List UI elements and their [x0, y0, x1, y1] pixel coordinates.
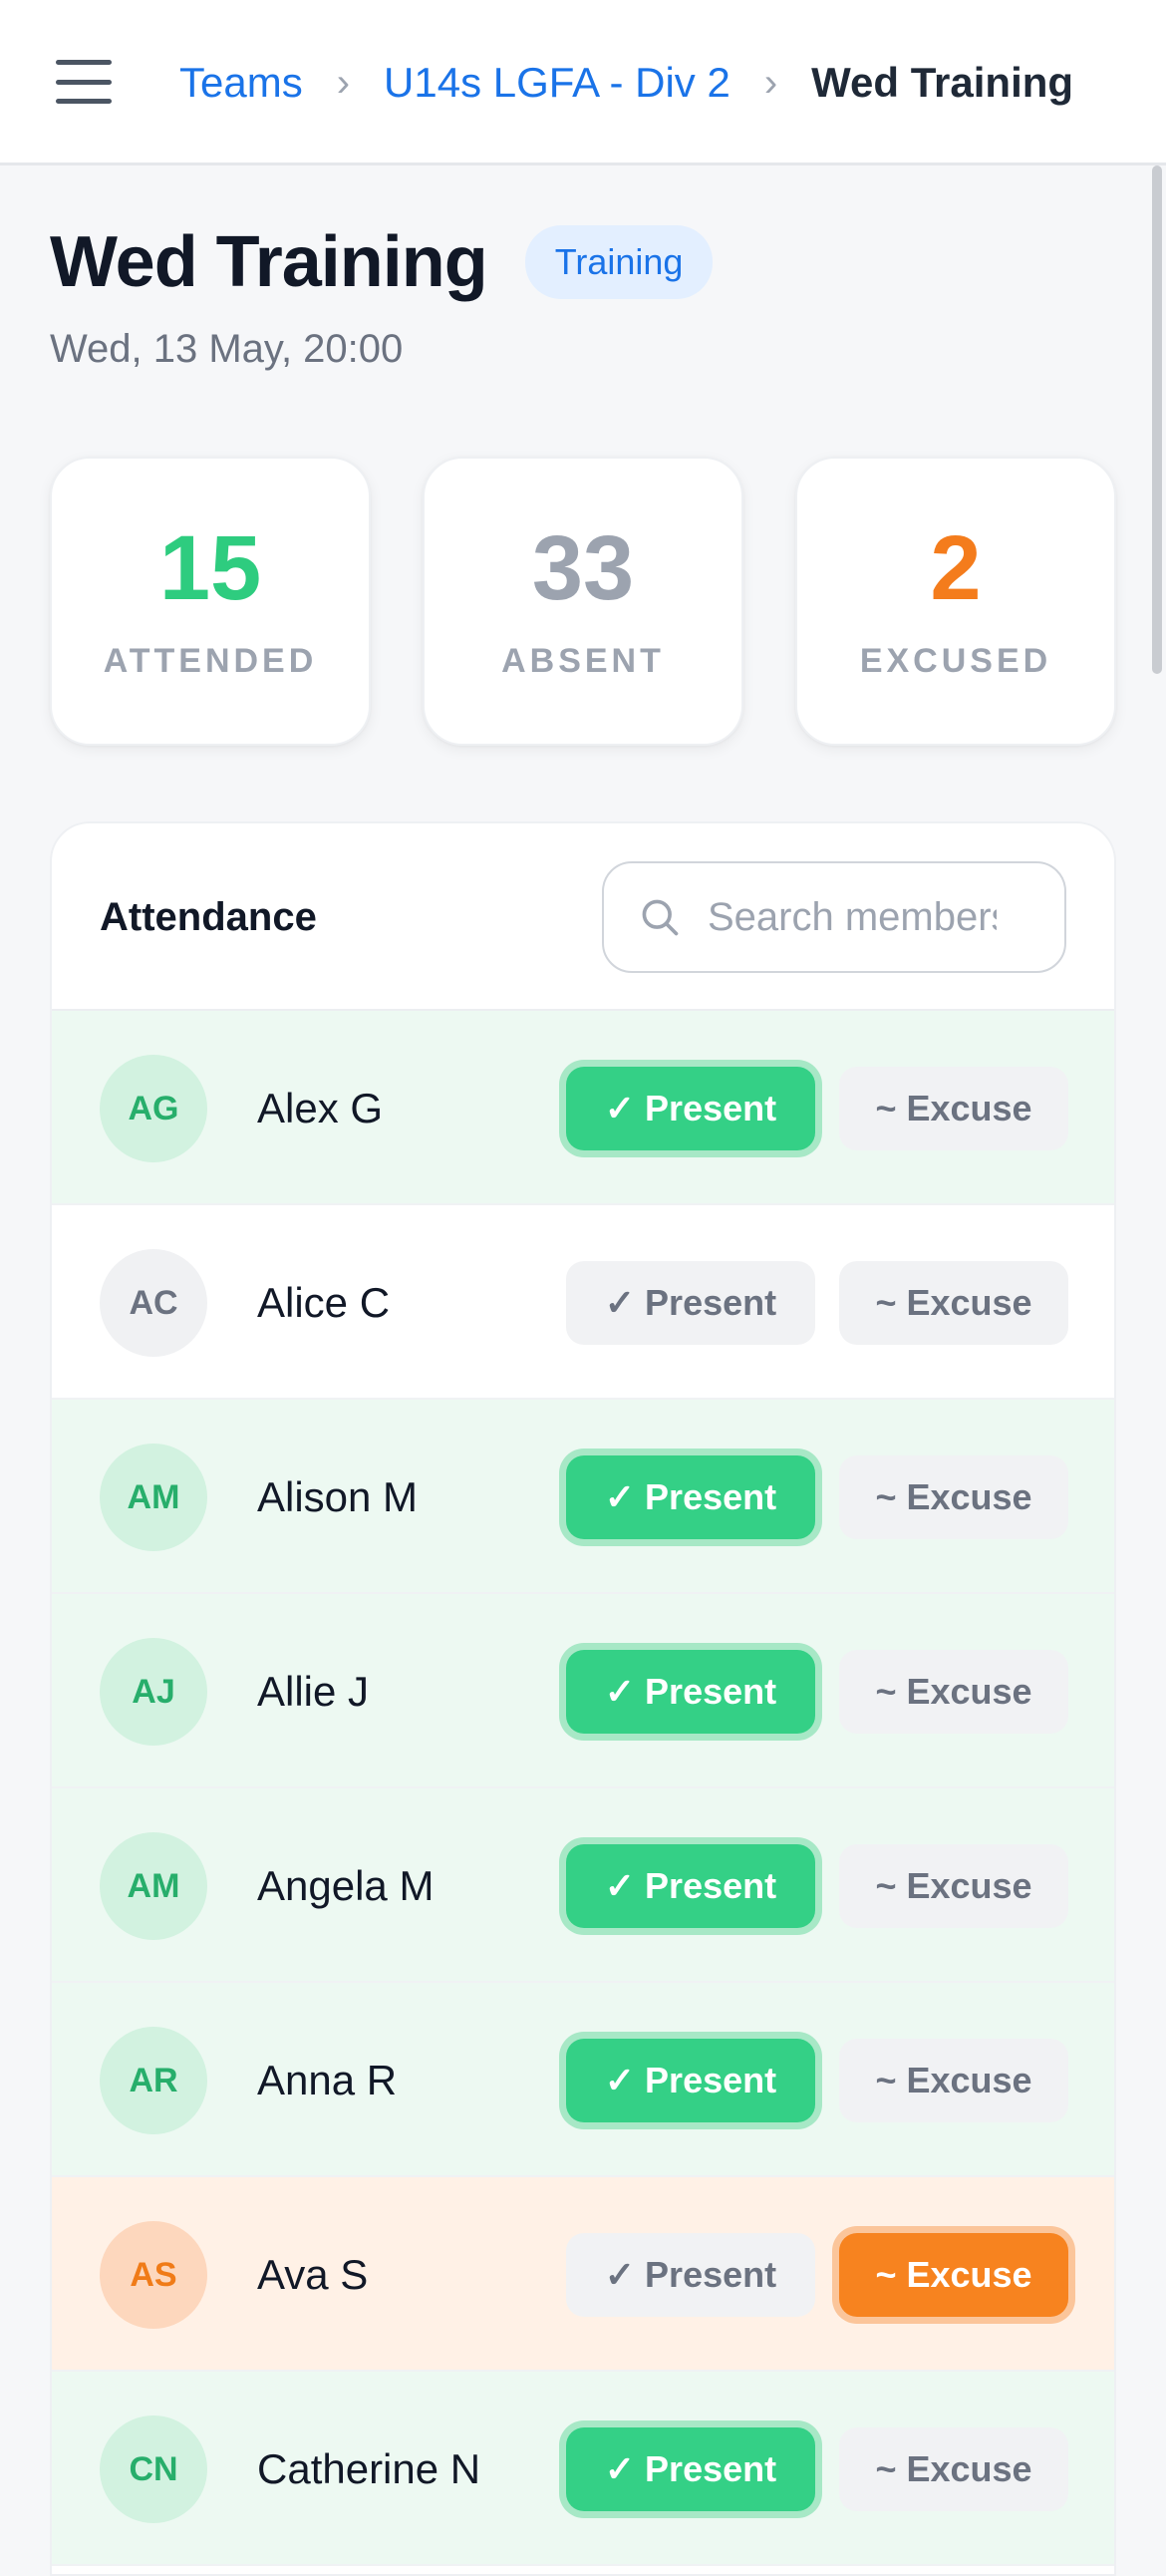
present-button[interactable]: ✓ Present — [566, 1844, 815, 1928]
event-type-badge: Training — [524, 225, 714, 299]
member-name: Allie J — [257, 1667, 370, 1715]
avatar: AM — [100, 1832, 207, 1940]
avatar: AM — [100, 1444, 207, 1551]
present-button[interactable]: ✓ Present — [566, 2427, 815, 2511]
present-button[interactable]: ✓ Present — [566, 1455, 815, 1539]
attendance-panel: Attendance AG Alex G ✓ Present ~ Excuse AC Al… — [50, 821, 1116, 2576]
table-row: AM Alison M ✓ Present ~ Excuse — [52, 1400, 1114, 1594]
present-button[interactable]: ✓ Present — [566, 2233, 815, 2317]
stats-row: 15 ATTENDED 33 ABSENT 2 EXCUSED — [50, 457, 1116, 746]
attended-label: ATTENDED — [103, 641, 318, 680]
table-row: AM Angela M ✓ Present ~ Excuse — [52, 1788, 1114, 1983]
scrollbar-thumb[interactable] — [1152, 165, 1162, 674]
search-box[interactable] — [602, 861, 1066, 973]
table-row: AG Alex G ✓ Present ~ Excuse — [52, 1011, 1114, 1205]
present-button[interactable]: ✓ Present — [566, 1650, 815, 1734]
member-name: Alex G — [257, 1084, 384, 1131]
avatar: AR — [100, 2027, 207, 2134]
excused-count: 2 — [930, 516, 982, 619]
member-name: Alison M — [257, 1472, 419, 1520]
excuse-button[interactable]: ~ Excuse — [839, 1261, 1068, 1345]
event-header: Wed Training Training — [50, 221, 714, 303]
stat-card-attended: 15 ATTENDED — [50, 457, 371, 746]
excuse-button[interactable]: ~ Excuse — [839, 1650, 1068, 1734]
present-button[interactable]: ✓ Present — [566, 1067, 815, 1150]
avatar: AG — [100, 1055, 207, 1162]
table-row: AC Alice C ✓ Present ~ Excuse — [52, 1205, 1114, 1400]
attendance-panel-header: Attendance — [52, 823, 1114, 1011]
member-name: Catherine N — [257, 2444, 481, 2492]
avatar: AJ — [100, 1638, 207, 1746]
avatar: CN — [100, 2415, 207, 2523]
member-name: Angela M — [257, 1861, 435, 1909]
breadcrumb-teams-link[interactable]: Teams — [179, 59, 303, 107]
attended-count: 15 — [158, 516, 262, 619]
table-row: CN Catherine N ✓ Present ~ Excuse — [52, 2372, 1114, 2566]
excuse-button[interactable]: ~ Excuse — [839, 2427, 1068, 2511]
avatar: AS — [100, 2221, 207, 2329]
breadcrumb-current: Wed Training — [811, 59, 1074, 106]
avatar: AC — [100, 1249, 207, 1357]
member-name: Alice C — [257, 1278, 391, 1326]
excuse-button[interactable]: ~ Excuse — [839, 1067, 1068, 1150]
table-row: AJ Allie J ✓ Present ~ Excuse — [52, 1594, 1114, 1788]
absent-label: ABSENT — [501, 641, 665, 680]
hamburger-menu-icon[interactable] — [56, 60, 112, 104]
search-icon — [642, 899, 679, 936]
breadcrumb-separator-icon: › — [336, 60, 351, 105]
excuse-button[interactable]: ~ Excuse — [839, 2039, 1068, 2122]
stat-card-absent: 33 ABSENT — [423, 457, 743, 746]
absent-count: 33 — [531, 516, 635, 619]
member-name: Ava S — [257, 2250, 369, 2298]
member-list: AG Alex G ✓ Present ~ Excuse AC Alice C ✓ Pres… — [52, 1011, 1114, 2566]
table-row: AR Anna R ✓ Present ~ Excuse — [52, 1983, 1114, 2177]
present-button[interactable]: ✓ Present — [566, 1261, 815, 1345]
excuse-button[interactable]: ~ Excuse — [839, 1455, 1068, 1539]
search-input[interactable] — [708, 894, 997, 940]
excuse-button[interactable]: ~ Excuse — [839, 1844, 1068, 1928]
page-title: Wed Training — [50, 222, 488, 302]
attendance-title: Attendance — [100, 894, 317, 939]
excused-label: EXCUSED — [859, 641, 1052, 680]
breadcrumb: Teams › U14s LGFA - Div 2 › Wed Training — [179, 0, 1073, 165]
stat-card-excused: 2 EXCUSED — [795, 457, 1116, 746]
top-bar: Teams › U14s LGFA - Div 2 › Wed Training — [0, 0, 1166, 165]
breadcrumb-team-link[interactable]: U14s LGFA - Div 2 — [384, 59, 730, 107]
event-datetime: Wed, 13 May, 20:00 — [50, 327, 404, 371]
table-row: AS Ava S ✓ Present ~ Excuse — [52, 2177, 1114, 2372]
present-button[interactable]: ✓ Present — [566, 2039, 815, 2122]
breadcrumb-separator-icon: › — [763, 60, 778, 105]
member-name: Anna R — [257, 2056, 398, 2103]
excuse-button[interactable]: ~ Excuse — [839, 2233, 1068, 2317]
